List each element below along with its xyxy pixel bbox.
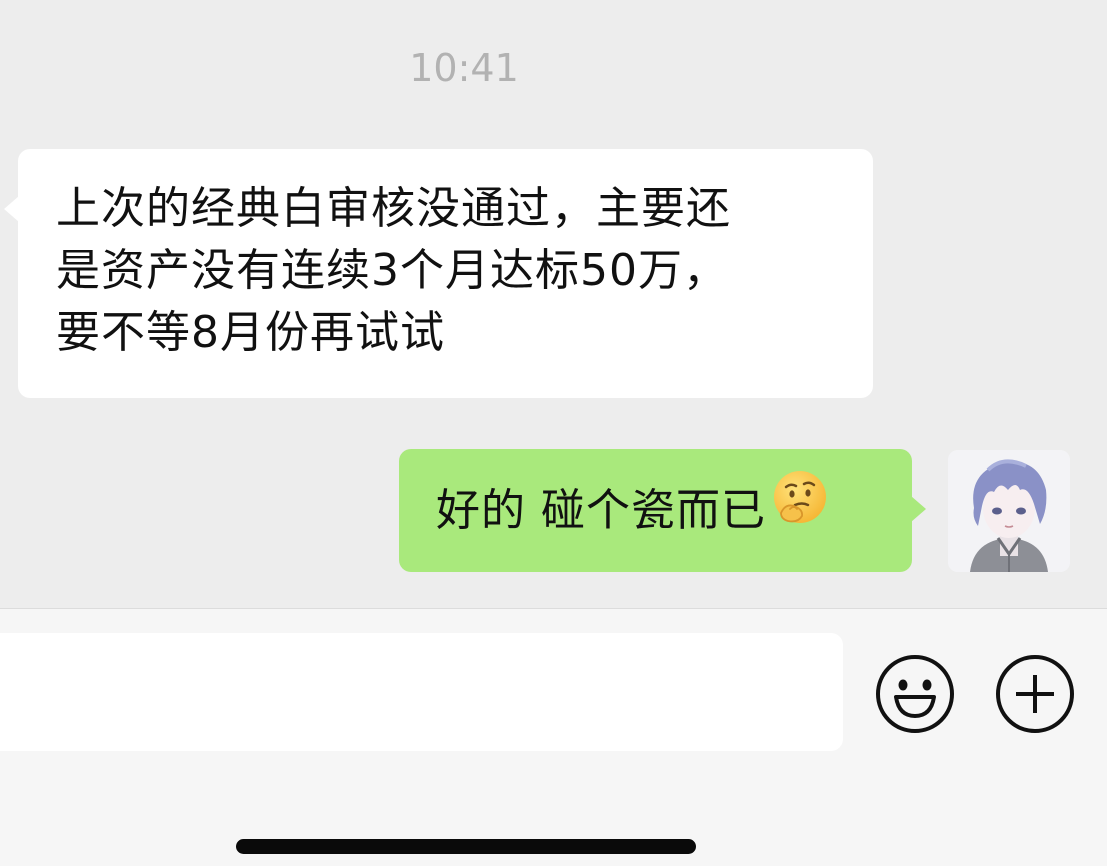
incoming-bubble-tail bbox=[4, 196, 19, 222]
outgoing-message-text: 好的 碰个瓷而已 bbox=[436, 485, 766, 536]
thinking-face-emoji-icon bbox=[772, 449, 828, 572]
chat-area: 10:41 上次的经典白审核没通过，主要还 是资产没有连续3个月达标50万， 要… bbox=[0, 0, 1107, 608]
more-options-button[interactable] bbox=[994, 653, 1076, 735]
outgoing-bubble-tail bbox=[911, 496, 926, 522]
message-text-input[interactable] bbox=[0, 633, 843, 751]
incoming-message-line: 上次的经典白审核没通过，主要还 bbox=[56, 183, 731, 234]
message-input-bar bbox=[0, 608, 1107, 866]
outgoing-message-bubble[interactable]: 好的 碰个瓷而已 bbox=[399, 449, 912, 572]
user-avatar[interactable] bbox=[948, 450, 1070, 572]
message-timestamp: 10:41 bbox=[409, 46, 519, 90]
smiley-face-icon bbox=[876, 655, 954, 733]
emoji-button[interactable] bbox=[874, 653, 956, 735]
home-indicator bbox=[236, 839, 696, 854]
incoming-message-bubble[interactable]: 上次的经典白审核没通过，主要还 是资产没有连续3个月达标50万， 要不等8月份再… bbox=[18, 149, 873, 398]
incoming-message-line: 是资产没有连续3个月达标50万， bbox=[56, 245, 728, 296]
plus-circle-icon bbox=[996, 655, 1074, 733]
incoming-message-line: 要不等8月份再试试 bbox=[56, 307, 445, 358]
